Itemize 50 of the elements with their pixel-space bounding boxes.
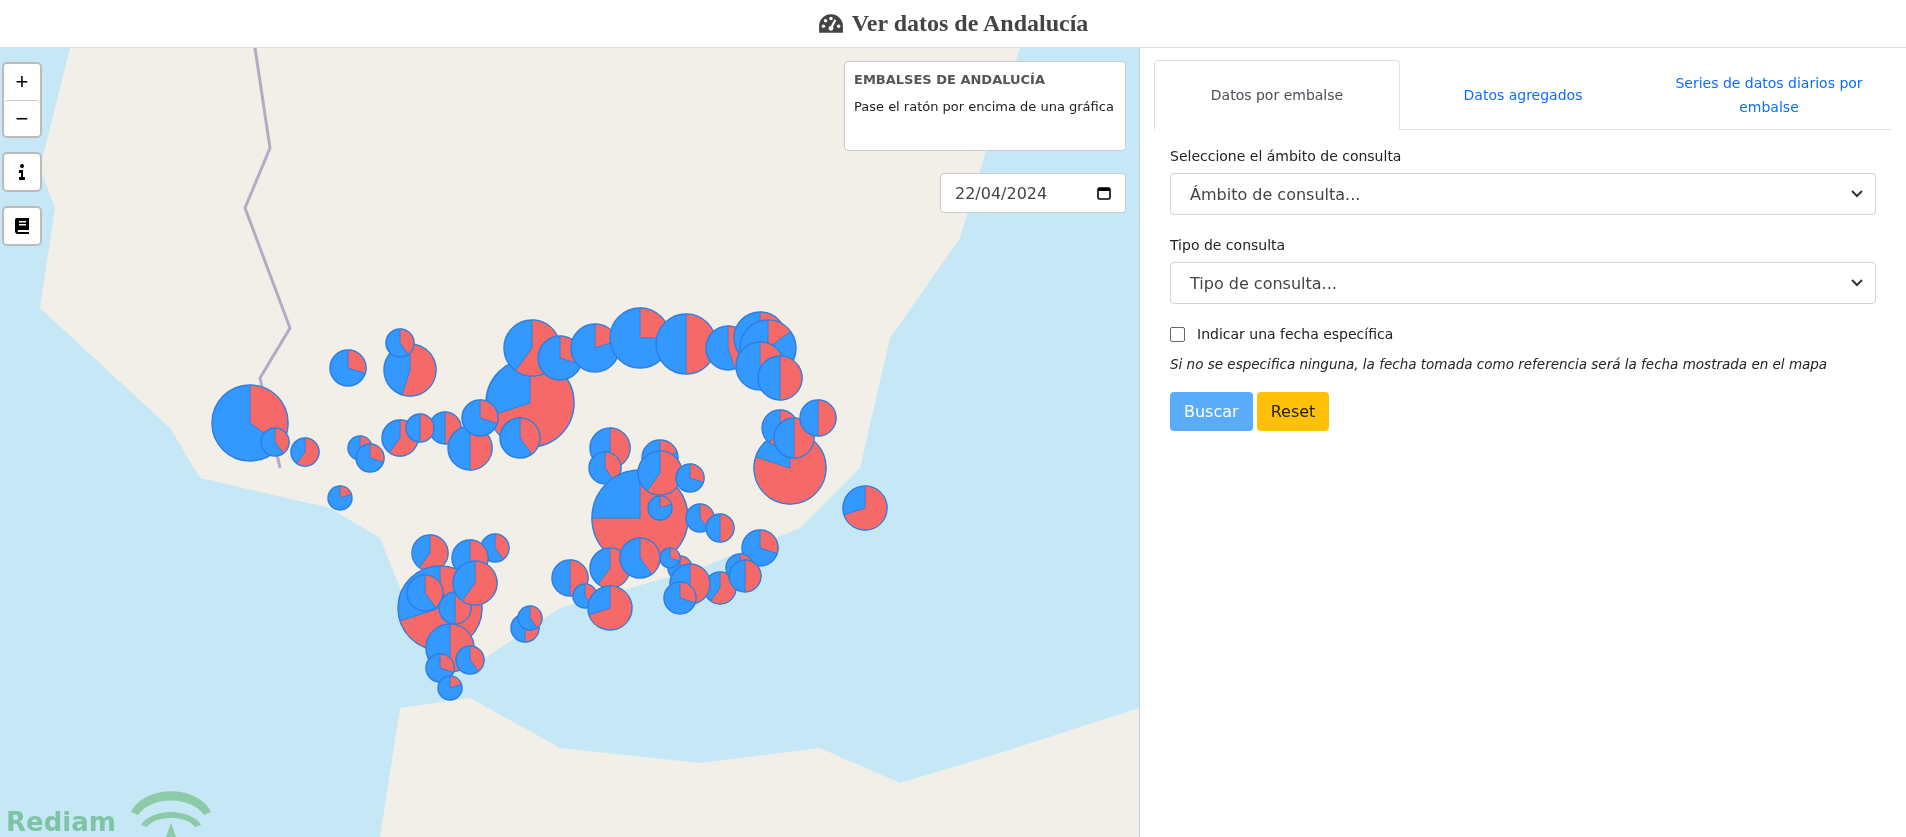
pie-marker[interactable] [705, 513, 735, 543]
pie-marker[interactable] [327, 485, 353, 511]
pie-marker[interactable] [355, 443, 385, 473]
pie-marker[interactable] [385, 328, 415, 358]
pie-marker[interactable] [728, 559, 762, 593]
pie-marker[interactable] [619, 537, 661, 579]
pie-marker[interactable] [799, 399, 837, 437]
pie-marker[interactable] [455, 645, 485, 675]
select-field[interactable]: Ámbito de consulta... [1170, 173, 1876, 215]
hint-text: Si no se especifica ninguna, la fecha tomada como referencia será la fecha mostrada en el mapa [1170, 356, 1829, 372]
pie-marker[interactable] [290, 437, 320, 467]
select-field[interactable]: Tipo de consulta... [1170, 262, 1876, 304]
pie-marker[interactable] [647, 495, 673, 521]
page-title: Ver datos de Andalucía [851, 10, 1089, 37]
field-label: Tipo de consulta [1170, 237, 1287, 253]
chevron-icon [1851, 190, 1863, 198]
pie-marker[interactable] [675, 463, 705, 493]
pie-marker[interactable] [260, 427, 290, 457]
pie-marker[interactable] [405, 413, 435, 443]
info-button[interactable] [2, 152, 42, 192]
pie-marker[interactable] [757, 355, 803, 401]
tab[interactable]: Series de datos diarios por embalse [1646, 60, 1892, 130]
pie-marker[interactable] [461, 399, 499, 437]
tab[interactable]: Datos agregados [1400, 60, 1646, 130]
gauge-icon [817, 12, 844, 35]
pie-marker[interactable] [663, 581, 697, 615]
date-field[interactable]: 22/04/2024 [940, 173, 1126, 213]
pie-marker[interactable] [499, 417, 541, 459]
pie-marker[interactable] [587, 585, 633, 631]
checkbox[interactable] [1170, 326, 1185, 342]
field-label: Seleccione el ámbito de consulta [1170, 148, 1403, 164]
pie-marker[interactable] [517, 605, 543, 631]
pie-marker[interactable] [329, 349, 367, 387]
legend-text: Pase el ratón por encima de una gráfica [854, 99, 1115, 114]
tab[interactable]: Datos por embalse [1154, 60, 1400, 130]
checkbox-label: Indicar una fecha específica [1197, 326, 1394, 342]
pie-marker[interactable] [637, 450, 683, 496]
pie-marker[interactable] [406, 574, 444, 612]
pie-marker[interactable] [452, 560, 498, 606]
zoom-button[interactable]: − [4, 100, 40, 136]
chevron-icon [1851, 279, 1863, 287]
action-button[interactable]: Reset [1256, 392, 1330, 431]
book-button[interactable] [2, 206, 42, 246]
logo-text: Rediam [6, 807, 116, 837]
pie-marker[interactable] [842, 485, 888, 531]
pie-marker[interactable] [437, 675, 463, 701]
legend-title: EMBALSES DE ANDALUCÍA [854, 72, 1046, 87]
calendar-icon [1097, 186, 1111, 200]
book-icon [15, 218, 29, 234]
info-icon [18, 164, 26, 180]
